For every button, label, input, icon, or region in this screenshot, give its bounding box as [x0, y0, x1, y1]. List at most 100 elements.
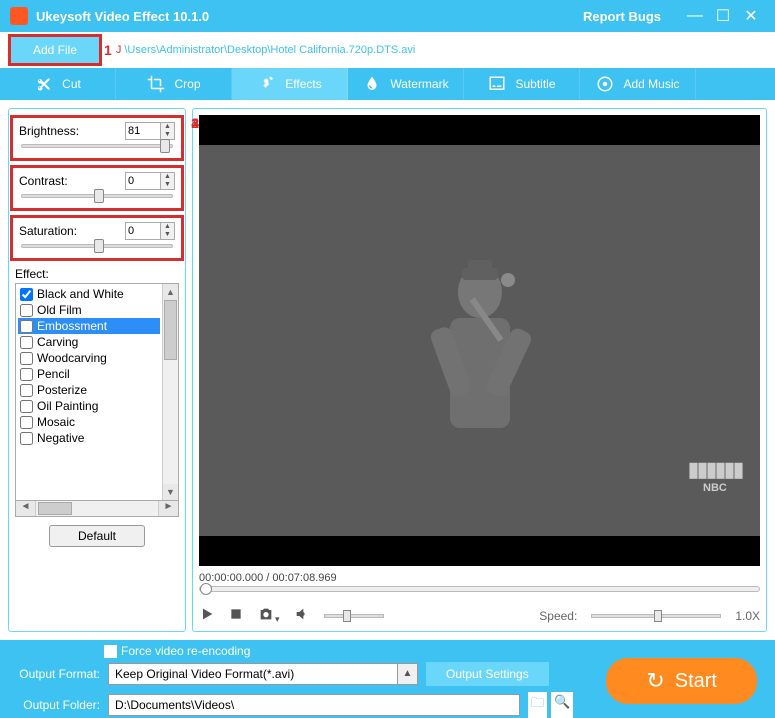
- effect-item[interactable]: Oil Painting: [18, 398, 160, 414]
- scissors-icon: [34, 74, 54, 94]
- brightness-spinbox[interactable]: ▲▼: [125, 122, 175, 140]
- effect-checkbox[interactable]: [20, 368, 33, 381]
- hscroll-thumb[interactable]: [38, 502, 72, 515]
- close-button[interactable]: ✕: [737, 6, 765, 26]
- nbc-text: NBC: [688, 482, 742, 494]
- effect-checkbox[interactable]: [20, 432, 33, 445]
- effect-checkbox[interactable]: [20, 416, 33, 429]
- volume-slider[interactable]: [324, 614, 384, 618]
- effect-list-label: Effect:: [15, 267, 179, 281]
- browse-folder-icon[interactable]: 🗀: [528, 692, 547, 718]
- default-button[interactable]: Default: [49, 525, 145, 547]
- add-file-button[interactable]: Add File: [11, 37, 99, 63]
- hscroll-right-icon[interactable]: ►: [158, 501, 178, 516]
- force-reencode-checkbox[interactable]: [104, 645, 117, 658]
- saturation-down[interactable]: ▼: [161, 231, 174, 239]
- output-format-dropdown-icon[interactable]: ▲: [398, 663, 418, 685]
- saturation-spinbox[interactable]: ▲▼: [125, 222, 175, 240]
- tab-bar: Cut Crop Effects Watermark Subtitle Add …: [0, 68, 775, 100]
- brightness-slider-thumb[interactable]: [160, 139, 170, 153]
- saturation-up[interactable]: ▲: [161, 223, 174, 231]
- tab-cut[interactable]: Cut: [0, 68, 116, 100]
- volume-button[interactable]: [294, 606, 310, 625]
- effect-item[interactable]: Carving: [18, 334, 160, 350]
- crop-icon: [146, 74, 166, 94]
- output-settings-button[interactable]: Output Settings: [426, 662, 549, 686]
- effect-item[interactable]: Pencil: [18, 366, 160, 382]
- start-button[interactable]: ↻ Start: [606, 658, 757, 704]
- report-bugs-link[interactable]: Report Bugs: [583, 9, 661, 24]
- effect-checkbox[interactable]: [20, 288, 33, 301]
- output-format-label: Output Format:: [12, 667, 100, 681]
- player-controls: ▾ Speed: 1.0X: [199, 606, 760, 625]
- volume-thumb[interactable]: [343, 610, 351, 622]
- seek-thumb[interactable]: [200, 583, 212, 595]
- effect-item-label: Black and White: [37, 287, 124, 301]
- contrast-spinbox[interactable]: ▲▼: [125, 172, 175, 190]
- start-label: Start: [675, 670, 717, 693]
- contrast-up[interactable]: ▲: [161, 173, 174, 181]
- effect-item-label: Oil Painting: [37, 399, 98, 413]
- preview-panel: ▮▮▮▮▮▮ NBC 00:00:00.000 / 00:07:08.969 ▾…: [192, 108, 767, 632]
- contrast-slider[interactable]: [21, 194, 173, 198]
- brightness-input[interactable]: [126, 123, 160, 139]
- tab-effects[interactable]: Effects: [232, 68, 348, 100]
- stop-button[interactable]: [229, 607, 243, 624]
- speed-label: Speed:: [539, 609, 577, 623]
- nbc-peacock-icon: ▮▮▮▮▮▮: [688, 457, 742, 482]
- tab-crop[interactable]: Crop: [116, 68, 232, 100]
- scroll-down-icon[interactable]: ▼: [163, 484, 178, 500]
- open-folder-icon[interactable]: 🔍: [551, 692, 573, 718]
- brightness-down[interactable]: ▼: [161, 131, 174, 139]
- output-folder-input[interactable]: [108, 694, 520, 716]
- effect-item[interactable]: Black and White: [18, 286, 160, 302]
- effect-checkbox[interactable]: [20, 320, 33, 333]
- brightness-slider[interactable]: [21, 144, 173, 148]
- effect-checkbox[interactable]: [20, 352, 33, 365]
- effect-item[interactable]: Woodcarving: [18, 350, 160, 366]
- effect-item[interactable]: Negative: [18, 430, 160, 446]
- effect-checkbox[interactable]: [20, 384, 33, 397]
- scroll-thumb[interactable]: [164, 300, 177, 360]
- contrast-input[interactable]: [126, 173, 160, 189]
- saturation-slider-thumb[interactable]: [94, 239, 104, 253]
- subtitle-icon: [487, 74, 507, 94]
- speed-slider[interactable]: [591, 614, 721, 618]
- seek-slider[interactable]: [199, 586, 760, 592]
- effect-item[interactable]: Mosaic: [18, 414, 160, 430]
- effect-list[interactable]: Black and WhiteOld FilmEmbossmentCarving…: [16, 284, 162, 500]
- tab-crop-label: Crop: [174, 77, 200, 91]
- output-format-value[interactable]: [108, 663, 398, 685]
- tab-watermark[interactable]: Watermark: [348, 68, 464, 100]
- add-file-highlight: Add File: [8, 34, 102, 66]
- contrast-slider-thumb[interactable]: [94, 189, 104, 203]
- maximize-button[interactable]: ☐: [709, 6, 737, 26]
- effect-checkbox[interactable]: [20, 400, 33, 413]
- saturation-slider[interactable]: [21, 244, 173, 248]
- effect-hscrollbar[interactable]: ◄ ►: [15, 501, 179, 517]
- effect-checkbox[interactable]: [20, 304, 33, 317]
- effect-item[interactable]: Old Film: [18, 302, 160, 318]
- scroll-up-icon[interactable]: ▲: [163, 284, 178, 300]
- contrast-group: 3 Contrast: ▲▼: [10, 165, 184, 211]
- brightness-up[interactable]: ▲: [161, 123, 174, 131]
- contrast-down[interactable]: ▼: [161, 181, 174, 189]
- saturation-input[interactable]: [126, 223, 160, 239]
- effect-item[interactable]: Embossment: [18, 318, 160, 334]
- effect-item-label: Posterize: [37, 383, 87, 397]
- video-preview: ▮▮▮▮▮▮ NBC: [199, 115, 760, 566]
- speed-thumb[interactable]: [654, 610, 662, 622]
- tab-subtitle[interactable]: Subtitle: [464, 68, 580, 100]
- effect-list-container: Black and WhiteOld FilmEmbossmentCarving…: [15, 283, 179, 501]
- tab-add-music[interactable]: Add Music: [580, 68, 696, 100]
- effect-checkbox[interactable]: [20, 336, 33, 349]
- output-format-select[interactable]: ▲: [108, 663, 418, 685]
- effect-item[interactable]: Posterize: [18, 382, 160, 398]
- play-button[interactable]: [199, 606, 215, 625]
- minimize-button[interactable]: —: [681, 7, 709, 25]
- snapshot-button[interactable]: ▾: [257, 606, 280, 625]
- hscroll-left-icon[interactable]: ◄: [16, 501, 36, 516]
- bottom-bar: Force video re-encoding Output Format: ▲…: [0, 640, 775, 718]
- effect-vscrollbar[interactable]: ▲ ▼: [162, 284, 178, 500]
- file-path: \Users\Administrator\Desktop\Hotel Calif…: [124, 44, 415, 56]
